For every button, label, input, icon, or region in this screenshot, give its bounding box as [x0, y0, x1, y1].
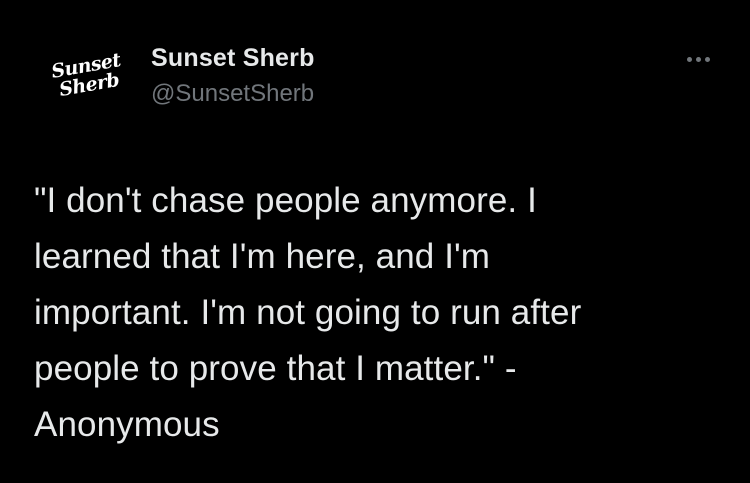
tweet-card: Sunset Sherb Sunset Sherb @SunsetSherb "…: [0, 0, 750, 483]
tweet-text: "I don't chase people anymore. I learned…: [34, 181, 582, 444]
author-avatar[interactable]: Sunset Sherb: [34, 40, 138, 110]
author-display-name[interactable]: Sunset Sherb: [151, 44, 315, 73]
more-options-button[interactable]: [672, 44, 724, 74]
more-horizontal-icon: [686, 56, 710, 62]
author-handle[interactable]: @SunsetSherb: [151, 80, 314, 108]
